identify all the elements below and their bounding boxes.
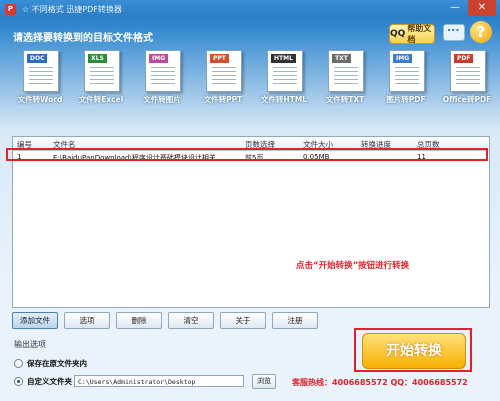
start-conversion-button[interactable]: 开始转换 <box>362 333 466 369</box>
format-selector: DOC 文件转Word XLS 文件转Excel IMG 文件转图片 PPT 文件转PPT HT… <box>12 50 492 112</box>
action-button-bar: 添加文件 选项 删除 清空 关于 注册 <box>12 312 318 329</box>
document-lines <box>456 67 480 85</box>
format-button-0[interactable]: DOC 文件转Word <box>12 50 68 112</box>
qq-icon: QQ <box>390 29 406 39</box>
clear-button[interactable]: 清空 <box>168 312 214 329</box>
column-header-filename[interactable]: 文件名 <box>53 139 76 150</box>
format-label: 文件转Excel <box>78 95 124 104</box>
window-controls: — ✕ <box>442 0 496 17</box>
word-doc-icon: DOC <box>23 50 59 92</box>
image-doc-icon: IMG <box>145 50 181 92</box>
column-header-total-pages[interactable]: 总页数 <box>417 139 440 150</box>
help-document-button[interactable]: QQ 帮助文档 <box>389 24 435 44</box>
title-bar[interactable]: P ☆ 不同格式 迅捷PDF转换器 — ✕ <box>0 0 500 19</box>
format-label: 文件转HTML <box>260 95 308 104</box>
format-prompt: 请选择要转换到的目标文件格式 <box>13 33 153 44</box>
format-tag: HTML <box>271 54 296 63</box>
document-lines <box>334 67 358 85</box>
output-options-label: 输出选项 <box>14 340 46 349</box>
register-button[interactable]: 注册 <box>272 312 318 329</box>
radio-original-folder-label: 保存在原文件夹内 <box>27 358 87 368</box>
close-button[interactable]: ✕ <box>468 0 496 16</box>
image-to-pdf-icon: IMG <box>389 50 425 92</box>
column-header-file-size[interactable]: 文件大小 <box>303 139 333 150</box>
format-tag: PPT <box>210 54 229 63</box>
cell-index: 1 <box>17 153 22 161</box>
app-logo-icon: P <box>5 4 16 15</box>
support-hotline: 客服热线：4006685572 QQ：4006685572 <box>292 378 468 387</box>
question-icon[interactable]: ? <box>470 21 492 43</box>
table-row[interactable]: 1 E:\BaiduPanDownload\程序设计基础模块设计相关.... 前… <box>13 151 489 164</box>
cell-total-pages: 11 <box>417 153 426 161</box>
browse-button[interactable]: 浏览 <box>252 374 276 389</box>
about-button[interactable]: 关于 <box>220 312 266 329</box>
excel-doc-icon: XLS <box>84 50 120 92</box>
format-label: 文件转图片 <box>143 95 181 104</box>
delete-button[interactable]: 删除 <box>116 312 162 329</box>
document-lines <box>29 67 53 85</box>
office-to-pdf-icon: PDF <box>450 50 486 92</box>
cell-filename: E:\BaiduPanDownload\程序设计基础模块设计相关.... <box>53 154 225 162</box>
document-lines <box>212 67 236 85</box>
custom-folder-option[interactable]: 自定义文件夹 <box>14 375 72 387</box>
save-original-folder-option[interactable]: 保存在原文件夹内 <box>14 357 87 369</box>
cell-file-size: 0.05MB <box>303 153 330 161</box>
format-button-2[interactable]: IMG 文件转图片 <box>134 50 190 112</box>
minimize-button[interactable]: — <box>444 0 466 16</box>
help-label: 帮助文档 <box>407 24 432 44</box>
radio-custom-folder[interactable] <box>14 376 23 386</box>
format-tag: PDF <box>454 54 474 63</box>
radio-custom-folder-label: 自定义文件夹 <box>27 376 72 386</box>
file-table: 编号 文件名 页数选择 文件大小 转换进度 总页数 1 E:\BaiduPanD… <box>12 136 490 308</box>
document-lines <box>395 67 419 85</box>
document-lines <box>90 67 114 85</box>
chat-icon[interactable] <box>443 21 465 41</box>
format-button-6[interactable]: IMG 图片转PDF <box>378 50 434 112</box>
txt-doc-icon: TXT <box>328 50 364 92</box>
format-label: 文件转PPT <box>203 95 243 104</box>
format-tag: TXT <box>332 54 351 63</box>
cell-page-select[interactable]: 前5页 <box>245 153 263 163</box>
options-button[interactable]: 选项 <box>64 312 110 329</box>
column-header-page-select[interactable]: 页数选择 <box>245 139 275 150</box>
radio-original-folder[interactable] <box>14 358 23 368</box>
format-label: Office转PDF <box>442 95 492 104</box>
start-hint-text: 点击“开始转换”按钮进行转换 <box>296 261 410 271</box>
output-path-input[interactable]: C:\Users\Administrator\Desktop <box>74 375 244 387</box>
column-header-index[interactable]: 编号 <box>17 139 32 150</box>
column-header-progress[interactable]: 转换进度 <box>361 139 391 150</box>
format-tag: IMG <box>393 54 413 63</box>
format-button-4[interactable]: HTML 文件转HTML <box>256 50 312 112</box>
format-tag: DOC <box>27 54 48 63</box>
add-file-button[interactable]: 添加文件 <box>12 312 58 329</box>
format-button-1[interactable]: XLS 文件转Excel <box>73 50 129 112</box>
format-label: 文件转TXT <box>325 95 365 104</box>
format-tag: IMG <box>149 54 169 63</box>
ppt-doc-icon: PPT <box>206 50 242 92</box>
table-header: 编号 文件名 页数选择 文件大小 转换进度 总页数 <box>13 137 489 151</box>
format-button-3[interactable]: PPT 文件转PPT <box>195 50 251 112</box>
document-lines <box>151 67 175 85</box>
format-tag: XLS <box>88 54 107 63</box>
document-lines <box>273 67 297 85</box>
format-button-5[interactable]: TXT 文件转TXT <box>317 50 373 112</box>
format-label: 文件转Word <box>17 95 63 104</box>
format-label: 图片转PDF <box>386 95 426 104</box>
html-doc-icon: HTML <box>267 50 303 92</box>
format-button-7[interactable]: PDF Office转PDF <box>439 50 495 112</box>
app-window: P ☆ 不同格式 迅捷PDF转换器 — ✕ 请选择要转换到的目标文件格式 QQ … <box>0 0 500 401</box>
window-title: ☆ 不同格式 迅捷PDF转换器 <box>22 5 122 14</box>
